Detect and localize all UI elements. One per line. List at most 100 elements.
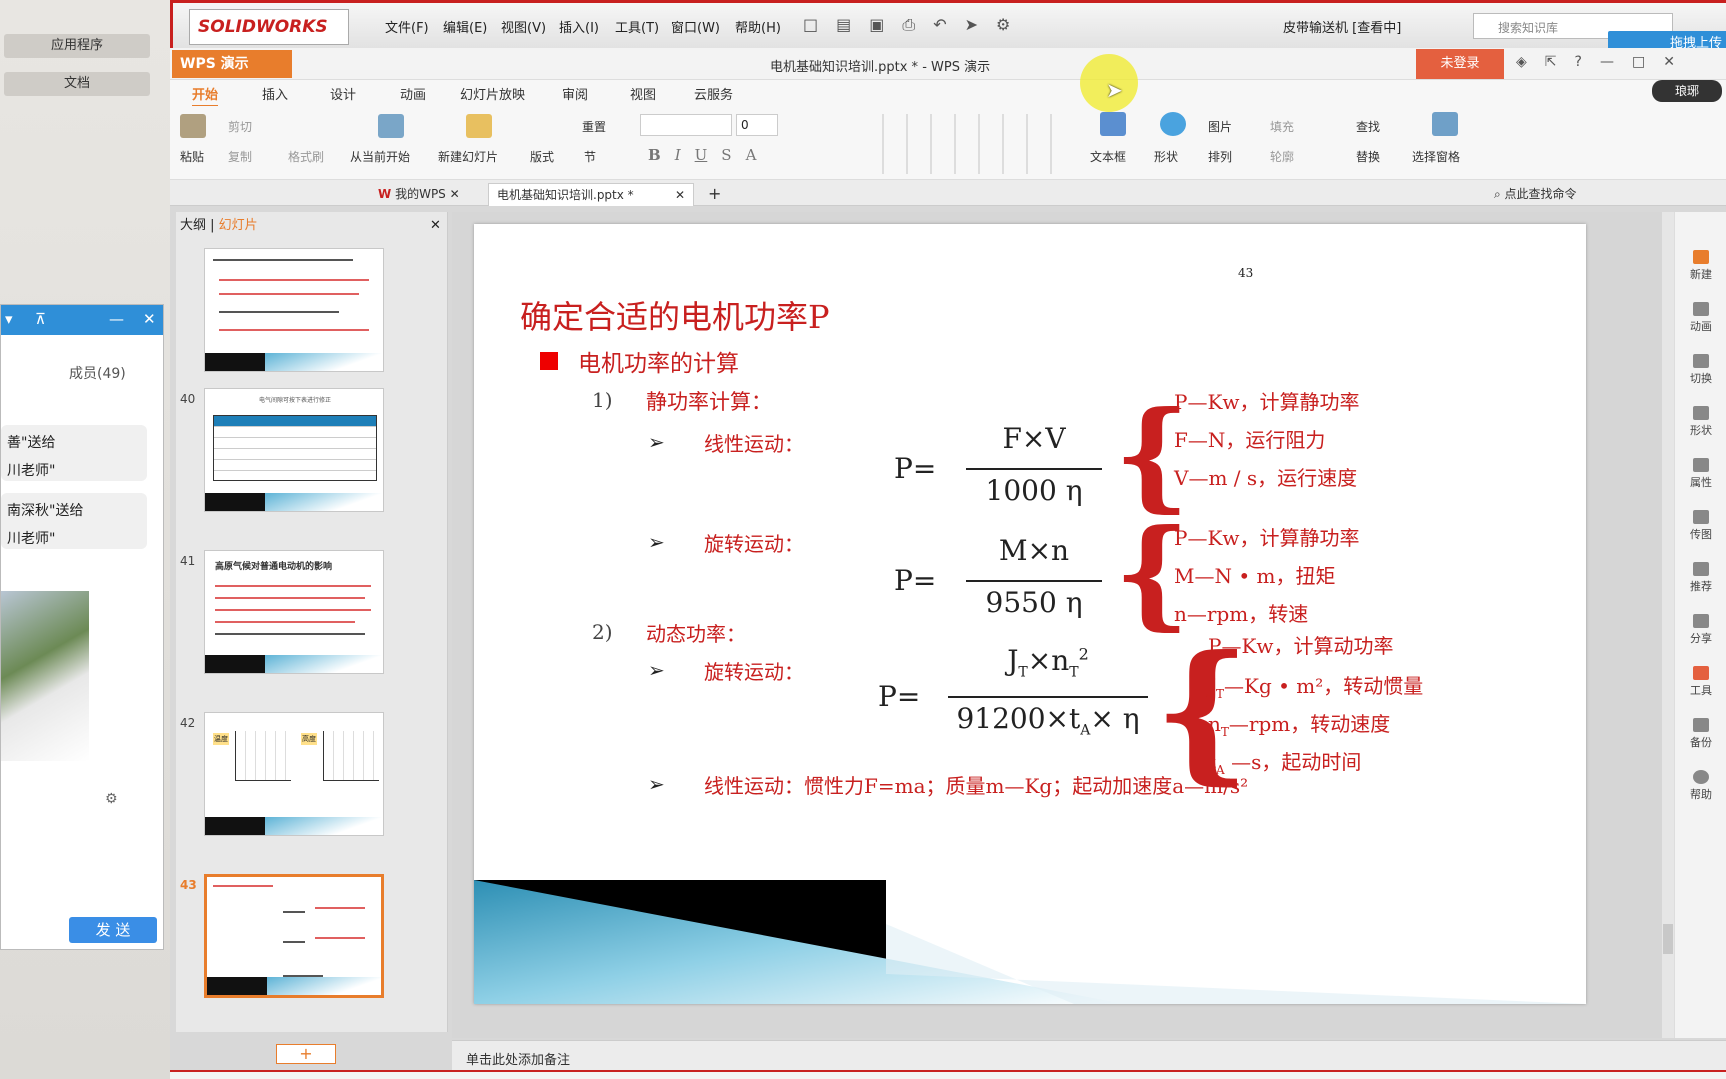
selection-pane-button[interactable]: 选择窗格: [1412, 148, 1460, 165]
close-icon[interactable]: ✕: [1663, 54, 1675, 70]
print-icon[interactable]: ⎙: [902, 15, 915, 39]
textbox-button[interactable]: 文本框: [1090, 148, 1126, 165]
play-icon[interactable]: [378, 114, 404, 138]
slide-thumbnail[interactable]: 高原气候对普通电动机的影响: [204, 550, 384, 674]
tab-my-wps[interactable]: W 我的WPS ✕: [370, 183, 468, 206]
dropdown-icon[interactable]: ▾: [5, 310, 13, 328]
recommend-tool[interactable]: 推荐: [1675, 562, 1726, 594]
tab-insert[interactable]: 插入: [262, 84, 288, 103]
font-name-input[interactable]: [640, 114, 732, 136]
underline-icon[interactable]: U: [695, 146, 708, 164]
menu-tools[interactable]: 工具(T): [615, 17, 659, 36]
font-color-icon[interactable]: A: [746, 146, 757, 164]
shape-button[interactable]: 形状: [1154, 148, 1178, 165]
select-arrow-icon[interactable]: ➤: [965, 15, 978, 39]
selection-pane-icon[interactable]: [1432, 112, 1458, 136]
new-slide-icon[interactable]: [466, 114, 492, 138]
menu-view[interactable]: 视图(V): [501, 17, 546, 36]
arrange-button[interactable]: 排列: [1208, 148, 1232, 165]
maximize-icon[interactable]: □: [1632, 54, 1645, 70]
app-button[interactable]: 应用程序: [4, 34, 150, 58]
from-current-button[interactable]: 从当前开始: [350, 148, 410, 165]
shape-tool[interactable]: 形状: [1675, 406, 1726, 438]
settings-icon[interactable]: ⚙: [105, 791, 118, 807]
new-file-icon[interactable]: □: [803, 15, 818, 39]
close-icon[interactable]: ✕: [143, 310, 156, 328]
copy-button[interactable]: 复制: [228, 148, 252, 165]
properties-tool[interactable]: 属性: [1675, 458, 1726, 490]
picture-button[interactable]: 图片: [1208, 118, 1232, 135]
share-tool[interactable]: 分享: [1675, 614, 1726, 646]
close-icon[interactable]: ✕: [430, 212, 441, 240]
options-icon[interactable]: ⚙: [996, 15, 1010, 39]
slide-thumbnail[interactable]: 温度 高度: [204, 712, 384, 836]
tab-document[interactable]: 电机基础知识培训.pptx * ✕: [488, 183, 694, 206]
transition-tool[interactable]: 切换: [1675, 354, 1726, 386]
send-button[interactable]: 发 送: [69, 917, 157, 943]
format-painter-button[interactable]: 格式刷: [288, 148, 324, 165]
font-size-input[interactable]: 0: [736, 114, 778, 136]
outline-button[interactable]: 轮廓: [1270, 148, 1294, 165]
help-tool[interactable]: 帮助: [1675, 770, 1726, 802]
shared-image-thumbnail[interactable]: [1, 591, 89, 761]
slide-thumbnail[interactable]: 电气间隙可按下表进行修正: [204, 388, 384, 512]
docs-button[interactable]: 文档: [4, 72, 150, 96]
paste-button[interactable]: 粘贴: [180, 148, 204, 165]
save-icon[interactable]: ▣: [869, 15, 884, 39]
new-slide-button[interactable]: 新建幻灯片: [438, 148, 498, 165]
find-command-input[interactable]: ⌕ 点此查找命令: [1486, 183, 1585, 206]
section-button[interactable]: 节: [584, 148, 596, 165]
shape-icon[interactable]: [1160, 112, 1186, 136]
slide-canvas[interactable]: 43 确定合适的电机功率P 电机功率的计算 1) 静功率计算： ➢ 线性运动： …: [474, 224, 1586, 1004]
reset-button[interactable]: 重置: [582, 118, 606, 135]
strikethrough-icon[interactable]: S: [721, 146, 731, 164]
animation-tool[interactable]: 动画: [1675, 302, 1726, 334]
menu-insert[interactable]: 插入(I): [559, 17, 599, 36]
menu-file[interactable]: 文件(F): [385, 17, 429, 36]
slide-thumbnail[interactable]: [204, 248, 384, 372]
close-icon[interactable]: ✕: [450, 187, 460, 201]
cut-button[interactable]: 剪切: [228, 118, 252, 135]
menu-window[interactable]: 窗口(W): [671, 17, 720, 36]
backup-tool[interactable]: 备份: [1675, 718, 1726, 750]
slide-thumbnail-selected[interactable]: [204, 874, 384, 998]
wps-app-button[interactable]: WPS 演示: [172, 50, 292, 78]
share-icon[interactable]: ⇱: [1545, 54, 1557, 70]
layout-button[interactable]: 版式: [530, 148, 554, 165]
tab-design[interactable]: 设计: [330, 84, 356, 103]
add-tab-icon[interactable]: +: [700, 183, 729, 206]
pin-icon[interactable]: ⊼: [35, 310, 46, 328]
tab-animation[interactable]: 动画: [400, 84, 426, 103]
tab-slideshow[interactable]: 幻灯片放映: [460, 84, 525, 103]
italic-icon[interactable]: I: [675, 146, 681, 164]
minimize-icon[interactable]: —: [1600, 54, 1614, 70]
skin-icon[interactable]: ◈: [1516, 54, 1527, 70]
minimize-icon[interactable]: —: [109, 310, 124, 328]
tab-home[interactable]: 开始: [192, 84, 219, 107]
bold-icon[interactable]: B: [648, 146, 661, 164]
user-badge[interactable]: 琅琊: [1652, 80, 1722, 102]
open-icon[interactable]: ▤: [836, 15, 851, 39]
paragraph-group[interactable]: [860, 114, 1060, 174]
find-button[interactable]: 查找: [1356, 118, 1380, 135]
vertical-scrollbar[interactable]: [1662, 212, 1674, 1038]
new-tool[interactable]: 新建: [1675, 250, 1726, 282]
add-slide-button[interactable]: +: [276, 1044, 336, 1064]
tab-outline[interactable]: 大纲: [180, 218, 206, 233]
undo-icon[interactable]: ↶: [933, 15, 946, 39]
menu-help[interactable]: 帮助(H): [735, 17, 781, 36]
replace-button[interactable]: 替换: [1356, 148, 1380, 165]
textbox-icon[interactable]: [1100, 112, 1126, 136]
tab-view[interactable]: 视图: [630, 84, 656, 103]
help-icon[interactable]: ?: [1575, 54, 1582, 70]
tools-tool[interactable]: 工具: [1675, 666, 1726, 698]
tab-slides[interactable]: 幻灯片: [219, 218, 258, 233]
tab-review[interactable]: 审阅: [562, 84, 588, 103]
fill-button[interactable]: 填充: [1270, 118, 1294, 135]
upload-image-tool[interactable]: 传图: [1675, 510, 1726, 542]
paste-icon[interactable]: [180, 114, 206, 138]
scroll-thumb[interactable]: [1663, 924, 1673, 954]
menu-edit[interactable]: 编辑(E): [443, 17, 487, 36]
login-button[interactable]: 未登录: [1416, 49, 1504, 79]
tab-cloud[interactable]: 云服务: [694, 84, 733, 103]
